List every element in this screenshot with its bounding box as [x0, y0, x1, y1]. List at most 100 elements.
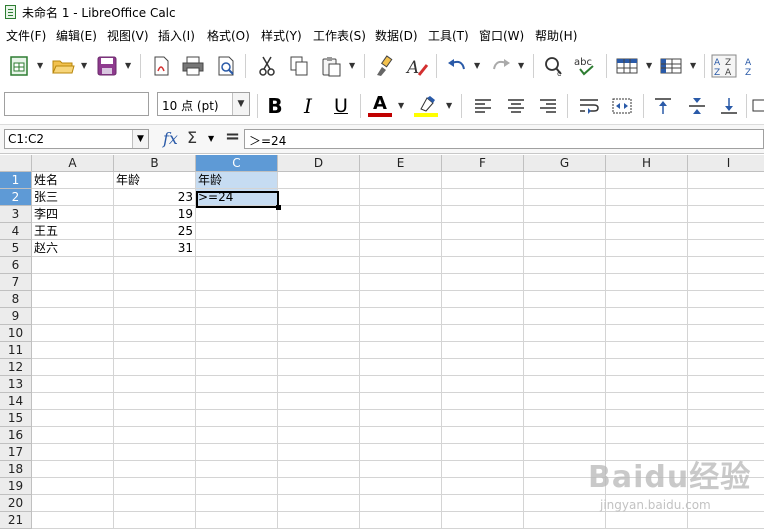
font-size-combo[interactable]: 10 点 (pt) ▼ [157, 92, 250, 116]
cell-a17[interactable] [32, 444, 114, 461]
cell-g15[interactable] [524, 410, 606, 427]
chevron-down-icon[interactable]: ▼ [132, 130, 148, 148]
clone-formatting-icon[interactable] [372, 53, 398, 79]
cell-i16[interactable] [688, 427, 764, 444]
spelling-icon[interactable]: abc [573, 53, 599, 79]
cell-a12[interactable] [32, 359, 114, 376]
find-replace-icon[interactable]: c [541, 53, 567, 79]
cell-g11[interactable] [524, 342, 606, 359]
cell-c14[interactable] [196, 393, 278, 410]
save-icon[interactable] [94, 53, 120, 79]
row-header-15[interactable]: 15 [0, 410, 32, 427]
cell-f10[interactable] [442, 325, 524, 342]
cell-i12[interactable] [688, 359, 764, 376]
menu-help[interactable]: 帮助(H) [535, 27, 577, 44]
cell-b8[interactable] [114, 291, 196, 308]
cell-c1[interactable]: 年龄 [196, 172, 278, 189]
row-header-8[interactable]: 8 [0, 291, 32, 308]
cell-i7[interactable] [688, 274, 764, 291]
cell-g6[interactable] [524, 257, 606, 274]
open-dropdown-icon[interactable]: ▼ [81, 61, 87, 70]
cell-g13[interactable] [524, 376, 606, 393]
align-center-icon[interactable] [503, 93, 529, 119]
cell-e10[interactable] [360, 325, 442, 342]
cell-c4[interactable] [196, 223, 278, 240]
cell-h4[interactable] [606, 223, 688, 240]
cell-g7[interactable] [524, 274, 606, 291]
cell-g1[interactable] [524, 172, 606, 189]
cell-b13[interactable] [114, 376, 196, 393]
column-header-g[interactable]: G [524, 155, 606, 172]
menu-data[interactable]: 数据(D) [375, 27, 418, 44]
sum-icon[interactable]: Σ [187, 128, 197, 147]
cell-i13[interactable] [688, 376, 764, 393]
cell-a15[interactable] [32, 410, 114, 427]
row-header-10[interactable]: 10 [0, 325, 32, 342]
cell-g9[interactable] [524, 308, 606, 325]
menu-sheet[interactable]: 工作表(S) [313, 27, 366, 44]
cell-h14[interactable] [606, 393, 688, 410]
cell-f6[interactable] [442, 257, 524, 274]
cell-f15[interactable] [442, 410, 524, 427]
cell-g4[interactable] [524, 223, 606, 240]
column-header-d[interactable]: D [278, 155, 360, 172]
cell-e7[interactable] [360, 274, 442, 291]
cell-c12[interactable] [196, 359, 278, 376]
cell-f17[interactable] [442, 444, 524, 461]
cell-f9[interactable] [442, 308, 524, 325]
cell-c10[interactable] [196, 325, 278, 342]
cell-a7[interactable] [32, 274, 114, 291]
export-pdf-icon[interactable] [148, 53, 174, 79]
cell-e14[interactable] [360, 393, 442, 410]
row-header-18[interactable]: 18 [0, 461, 32, 478]
sum-dropdown-icon[interactable]: ▼ [208, 134, 214, 143]
font-color-button[interactable]: A [367, 93, 393, 119]
font-color-dropdown-icon[interactable]: ▼ [398, 101, 404, 110]
cell-b5[interactable]: 31 [114, 240, 196, 257]
cell-a1[interactable]: 姓名 [32, 172, 114, 189]
menu-edit[interactable]: 编辑(E) [56, 27, 97, 44]
cell-c17[interactable] [196, 444, 278, 461]
cell-f8[interactable] [442, 291, 524, 308]
cell-e8[interactable] [360, 291, 442, 308]
cell-i5[interactable] [688, 240, 764, 257]
highlight-color-button[interactable] [413, 93, 439, 119]
print-preview-icon[interactable] [213, 53, 239, 79]
cell-d19[interactable] [278, 478, 360, 495]
cell-b9[interactable] [114, 308, 196, 325]
cell-d7[interactable] [278, 274, 360, 291]
cell-d11[interactable] [278, 342, 360, 359]
redo-icon[interactable] [488, 53, 514, 79]
cell-b16[interactable] [114, 427, 196, 444]
row-header-14[interactable]: 14 [0, 393, 32, 410]
row-header-2[interactable]: 2 [0, 189, 32, 206]
menu-file[interactable]: 文件(F) [6, 27, 46, 44]
cell-g5[interactable] [524, 240, 606, 257]
column-icon[interactable] [658, 53, 684, 79]
cell-a4[interactable]: 王五 [32, 223, 114, 240]
new-dropdown-icon[interactable]: ▼ [37, 61, 43, 70]
cell-d15[interactable] [278, 410, 360, 427]
name-box[interactable]: C1:C2 ▼ [4, 129, 149, 149]
row-header-13[interactable]: 13 [0, 376, 32, 393]
cell-f16[interactable] [442, 427, 524, 444]
cell-e21[interactable] [360, 512, 442, 529]
cell-e11[interactable] [360, 342, 442, 359]
cell-f12[interactable] [442, 359, 524, 376]
cell-b4[interactable]: 25 [114, 223, 196, 240]
cell-a16[interactable] [32, 427, 114, 444]
undo-icon[interactable] [444, 53, 470, 79]
sort-icon[interactable]: AZ [742, 53, 764, 79]
cell-b19[interactable] [114, 478, 196, 495]
cell-d12[interactable] [278, 359, 360, 376]
formula-input[interactable]: ＞=24 [244, 129, 764, 149]
cell-b6[interactable] [114, 257, 196, 274]
wrap-text-icon[interactable] [576, 93, 602, 119]
cell-i6[interactable] [688, 257, 764, 274]
cell-h7[interactable] [606, 274, 688, 291]
cell-a5[interactable]: 赵六 [32, 240, 114, 257]
cell-b17[interactable] [114, 444, 196, 461]
cell-d3[interactable] [278, 206, 360, 223]
cell-h15[interactable] [606, 410, 688, 427]
row-header-5[interactable]: 5 [0, 240, 32, 257]
